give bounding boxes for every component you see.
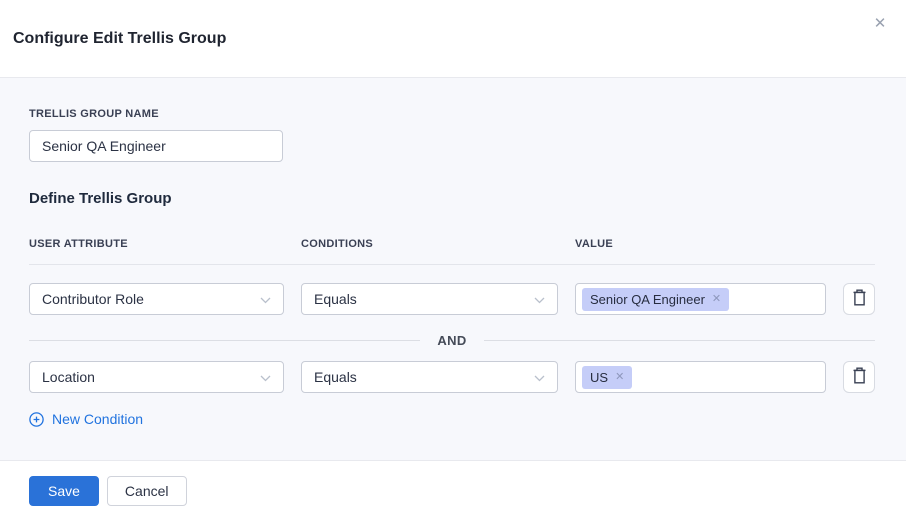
condition-value-2: Equals bbox=[314, 369, 357, 385]
condition-row-2: Location Equals US ✕ bbox=[29, 361, 875, 393]
condition-value-1: Equals bbox=[314, 291, 357, 307]
modal-title: Configure Edit Trellis Group bbox=[13, 30, 226, 48]
configure-trellis-group-modal: Configure Edit Trellis Group ✕ TRELLIS G… bbox=[0, 0, 906, 521]
chevron-down-icon bbox=[534, 291, 545, 307]
trellis-group-name-input[interactable] bbox=[29, 130, 283, 162]
condition-column-headers: USER ATTRIBUTE CONDITIONS VALUE bbox=[29, 238, 875, 251]
user-attribute-select-1[interactable]: Contributor Role bbox=[29, 283, 284, 315]
trash-icon bbox=[852, 367, 867, 387]
user-attribute-select-2[interactable]: Location bbox=[29, 361, 284, 393]
trash-icon bbox=[852, 289, 867, 309]
chevron-down-icon bbox=[260, 369, 271, 385]
close-icon[interactable]: ✕ bbox=[870, 14, 890, 34]
new-condition-button[interactable]: New Condition bbox=[29, 411, 143, 427]
user-attribute-column-header: USER ATTRIBUTE bbox=[29, 238, 284, 251]
join-operator-label: AND bbox=[420, 333, 483, 348]
save-button[interactable]: Save bbox=[29, 476, 99, 506]
new-condition-label: New Condition bbox=[52, 411, 143, 427]
modal-body: TRELLIS GROUP NAME Define Trellis Group … bbox=[0, 78, 906, 460]
plus-circle-icon bbox=[29, 412, 44, 427]
value-column-header: VALUE bbox=[575, 238, 826, 251]
and-separator: AND bbox=[29, 333, 875, 348]
condition-select-2[interactable]: Equals bbox=[301, 361, 558, 393]
user-attribute-value-1: Contributor Role bbox=[42, 291, 144, 307]
value-input-1[interactable]: Senior QA Engineer ✕ bbox=[575, 283, 826, 315]
cancel-button[interactable]: Cancel bbox=[107, 476, 187, 506]
header-divider bbox=[29, 264, 875, 265]
value-tag: Senior QA Engineer ✕ bbox=[582, 288, 729, 311]
tag-remove-icon[interactable]: ✕ bbox=[615, 372, 624, 383]
value-tag: US ✕ bbox=[582, 366, 632, 389]
conditions-column-header: CONDITIONS bbox=[301, 238, 558, 251]
tag-remove-icon[interactable]: ✕ bbox=[712, 294, 721, 305]
separator-line bbox=[29, 340, 420, 341]
user-attribute-value-2: Location bbox=[42, 369, 95, 385]
define-trellis-group-heading: Define Trellis Group bbox=[29, 190, 875, 208]
trellis-group-name-label: TRELLIS GROUP NAME bbox=[29, 108, 875, 121]
value-input-2[interactable]: US ✕ bbox=[575, 361, 826, 393]
delete-condition-button-2[interactable] bbox=[843, 361, 875, 393]
condition-row-1: Contributor Role Equals Senior QA Engine… bbox=[29, 283, 875, 315]
delete-condition-button-1[interactable] bbox=[843, 283, 875, 315]
value-tag-label: US bbox=[590, 370, 608, 385]
condition-select-1[interactable]: Equals bbox=[301, 283, 558, 315]
chevron-down-icon bbox=[260, 291, 271, 307]
chevron-down-icon bbox=[534, 369, 545, 385]
modal-footer: Save Cancel bbox=[0, 460, 906, 521]
separator-line bbox=[484, 340, 875, 341]
modal-header: Configure Edit Trellis Group bbox=[0, 0, 906, 78]
value-tag-label: Senior QA Engineer bbox=[590, 292, 705, 307]
